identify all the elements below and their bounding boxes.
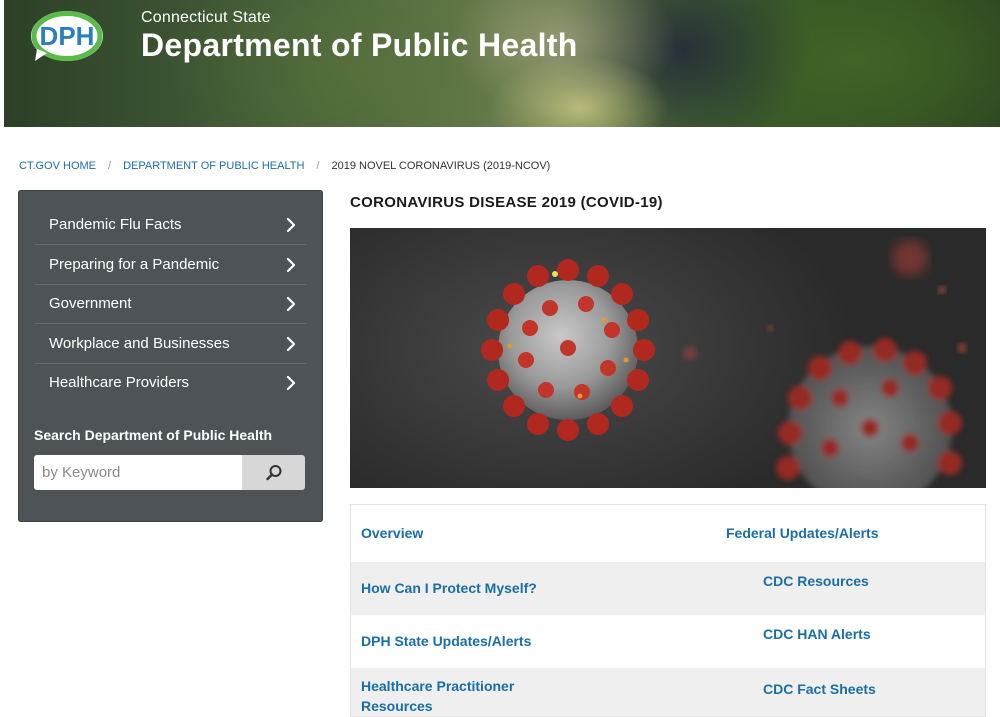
header-banner: DPH Connecticut State Department of Publ… [4, 0, 1000, 127]
sidebar: Pandemic Flu Facts Preparing for a Pande… [18, 190, 323, 522]
search-box [34, 455, 305, 490]
sidebar-item-government[interactable]: Government [35, 284, 306, 324]
chevron-right-icon [286, 336, 296, 351]
link-federal-updates-alerts[interactable]: Federal Updates/Alerts [726, 523, 879, 543]
chevron-right-icon [286, 257, 296, 272]
search-icon [265, 464, 281, 480]
page-title: CORONAVIRUS DISEASE 2019 (COVID-19) [350, 194, 663, 211]
sidebar-item-workplace-and-businesses[interactable]: Workplace and Businesses [35, 324, 306, 364]
breadcrumb-ct-gov-home[interactable]: CT.GOV HOME [19, 160, 96, 172]
sidebar-item-label: Preparing for a Pandemic [49, 256, 220, 273]
search-input[interactable] [34, 455, 242, 490]
chevron-right-icon [286, 217, 296, 232]
link-cdc-fact-sheets[interactable]: CDC Fact Sheets [763, 679, 876, 699]
breadcrumb: CT.GOV HOME / DEPARTMENT OF PUBLIC HEALT… [19, 160, 550, 172]
breadcrumb-current: 2019 NOVEL CORONAVIRUS (2019-NCOV) [331, 160, 551, 172]
resource-links-table: Overview Federal Updates/Alerts How Can … [350, 504, 986, 717]
table-row [351, 505, 985, 562]
chevron-right-icon [286, 375, 296, 390]
search-button[interactable] [242, 455, 305, 490]
logo-text: DPH [40, 21, 95, 51]
sidebar-item-preparing-for-a-pandemic[interactable]: Preparing for a Pandemic [35, 245, 306, 285]
link-how-can-i-protect-myself[interactable]: How Can I Protect Myself? [361, 578, 537, 598]
breadcrumb-separator: / [316, 160, 320, 172]
link-overview[interactable]: Overview [361, 523, 423, 543]
link-line-1: Healthcare Practitioner [361, 678, 515, 694]
hero-image-coronavirus [350, 228, 986, 488]
sidebar-item-label: Healthcare Providers [49, 374, 190, 391]
link-healthcare-practitioner-resources[interactable]: Healthcare Practitioner Resources [361, 676, 514, 716]
link-dph-state-updates-alerts[interactable]: DPH State Updates/Alerts [361, 631, 531, 651]
coronavirus-illustration [481, 240, 967, 488]
sidebar-item-healthcare-providers[interactable]: Healthcare Providers [35, 363, 306, 402]
link-cdc-resources[interactable]: CDC Resources [763, 571, 869, 591]
sidebar-item-label: Workplace and Businesses [49, 335, 230, 352]
search-title: Search Department of Public Health [34, 427, 273, 443]
sidebar-item-label: Pandemic Flu Facts [49, 216, 182, 233]
sidebar-item-label: Government [49, 295, 132, 312]
breadcrumb-separator: / [108, 160, 112, 172]
sidebar-item-pandemic-flu-facts[interactable]: Pandemic Flu Facts [35, 205, 306, 245]
dph-logo[interactable]: DPH [29, 9, 105, 63]
link-cdc-han-alerts[interactable]: CDC HAN Alerts [763, 624, 871, 644]
chevron-right-icon [286, 296, 296, 311]
header-subtitle: Connecticut State [141, 9, 271, 26]
breadcrumb-department[interactable]: DEPARTMENT OF PUBLIC HEALTH [123, 160, 304, 172]
link-line-2: Resources [361, 698, 433, 714]
header-title[interactable]: Department of Public Health [141, 27, 578, 64]
